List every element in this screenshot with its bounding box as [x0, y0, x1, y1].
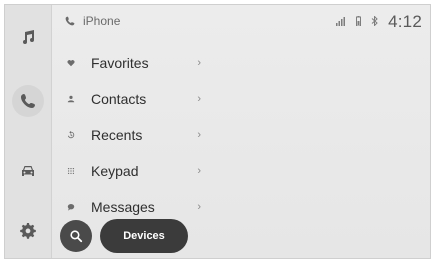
chevron-right-icon: ›	[197, 165, 201, 177]
search-icon	[70, 230, 83, 243]
menu-item-contacts[interactable]: Contacts ›	[61, 81, 207, 117]
menu-item-favorites[interactable]: Favorites ›	[61, 45, 207, 81]
phone-screen: iPhone 4:12 Favorites › Contacts › Recen…	[4, 4, 431, 259]
menu-item-label: Favorites	[91, 55, 149, 71]
menu-item-label: Recents	[91, 127, 143, 143]
bottom-controls: Devices	[60, 218, 188, 254]
car-icon	[22, 166, 34, 176]
rail-phone-button[interactable]	[12, 85, 44, 117]
rail-car-button[interactable]	[12, 155, 44, 187]
gear-icon	[20, 223, 36, 239]
signal-icon	[336, 16, 346, 28]
menu-item-recents[interactable]: Recents ›	[61, 117, 207, 153]
bluetooth-icon	[371, 15, 378, 28]
heart-icon	[64, 56, 78, 70]
battery-icon	[356, 16, 362, 28]
left-rail	[5, 5, 52, 258]
rail-music-button[interactable]	[12, 21, 44, 53]
phone-menu: Favorites › Contacts › Recents › Keypad …	[61, 45, 207, 225]
menu-item-label: Keypad	[91, 163, 139, 179]
keypad-icon	[64, 164, 78, 178]
music-note-icon	[23, 30, 34, 44]
devices-button[interactable]: Devices	[100, 219, 188, 253]
rail-settings-button[interactable]	[12, 215, 44, 247]
message-icon	[64, 200, 78, 214]
phone-icon	[65, 16, 75, 26]
menu-item-label: Messages	[91, 199, 155, 215]
phone-icon	[21, 94, 35, 108]
chevron-right-icon: ›	[197, 93, 201, 105]
search-button[interactable]	[60, 220, 92, 252]
chevron-right-icon: ›	[197, 129, 201, 141]
status-bar: iPhone 4:12	[65, 12, 422, 34]
clock-time: 4:12	[388, 12, 422, 31]
status-indicators: 4:12	[336, 12, 422, 32]
device-name: iPhone	[83, 14, 121, 28]
history-icon	[64, 128, 78, 142]
chevron-right-icon: ›	[197, 201, 201, 213]
connected-device: iPhone	[65, 14, 120, 28]
menu-item-keypad[interactable]: Keypad ›	[61, 153, 207, 189]
menu-item-label: Contacts	[91, 91, 147, 107]
chevron-right-icon: ›	[197, 57, 201, 69]
person-icon	[64, 92, 78, 106]
